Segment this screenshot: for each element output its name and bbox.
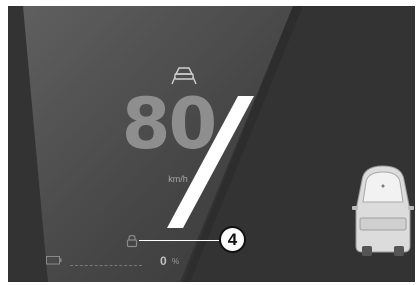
vehicle-rear-icon [352,165,414,256]
level-bar [70,265,142,267]
battery-icon [46,256,62,265]
callout-leader-line [139,240,219,241]
level-value: 0 [160,254,167,268]
speed-unit: km/h [168,174,188,184]
callout-number-badge: 4 [219,226,246,253]
lock-icon [126,234,138,248]
instrument-cluster: 80 km/h 4 0 % [8,6,415,282]
level-unit: % [172,257,180,266]
speed-readout: 80 [121,83,217,165]
